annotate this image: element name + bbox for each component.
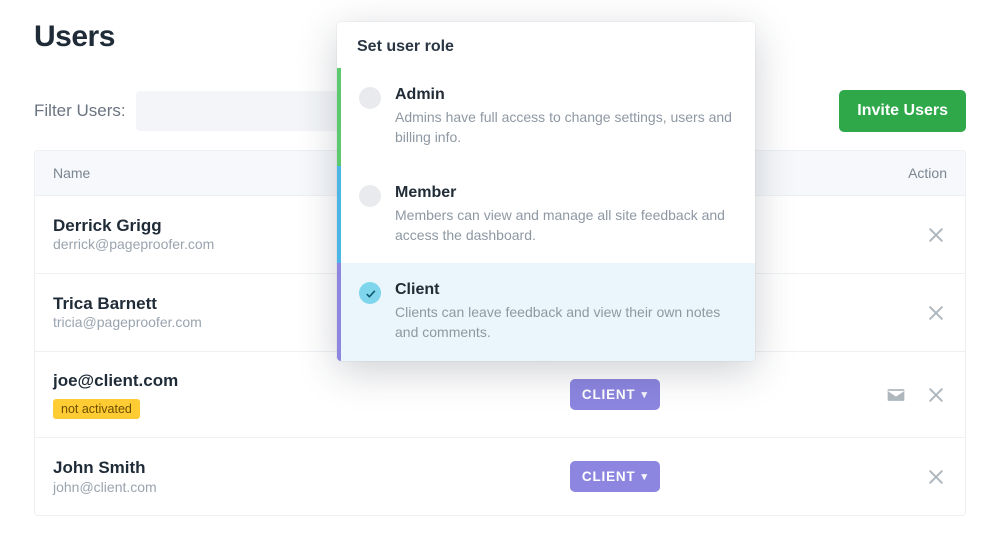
col-header-action: Action [867, 165, 947, 181]
radio-icon [359, 185, 381, 207]
role-option-title: Admin [395, 86, 733, 104]
set-role-popover: Set user role Admin Admins have full acc… [337, 22, 755, 361]
chevron-down-icon: ▾ [641, 388, 647, 401]
user-name: John Smith [53, 457, 383, 478]
radio-checked-icon [359, 282, 381, 304]
remove-user-icon[interactable] [925, 384, 947, 406]
user-name: Derrick Grigg [53, 215, 383, 236]
table-row: John Smith john@client.com CLIENT ▾ [35, 437, 965, 515]
invite-users-button[interactable]: Invite Users [839, 90, 966, 132]
user-email: tricia@pageproofer.com [53, 314, 383, 332]
role-select-button[interactable]: CLIENT ▾ [570, 379, 660, 410]
remove-user-icon[interactable] [925, 302, 947, 324]
role-option-member[interactable]: Member Members can view and manage all s… [337, 166, 755, 264]
chevron-down-icon: ▾ [641, 470, 647, 483]
filter-label: Filter Users: [34, 101, 126, 121]
role-option-title: Member [395, 184, 733, 202]
table-row: joe@client.com not activated CLIENT ▾ [35, 351, 965, 437]
role-option-desc: Members can view and manage all site fee… [395, 205, 733, 246]
user-email: derrick@pageproofer.com [53, 236, 383, 254]
user-name: joe@client.com [53, 370, 383, 391]
role-option-admin[interactable]: Admin Admins have full access to change … [337, 68, 755, 166]
role-option-desc: Admins have full access to change settin… [395, 107, 733, 148]
user-email: john@client.com [53, 479, 383, 497]
user-name: Trica Barnett [53, 293, 383, 314]
role-option-client[interactable]: Client Clients can leave feedback and vi… [337, 263, 755, 361]
not-activated-badge: not activated [53, 399, 140, 419]
popover-title: Set user role [337, 22, 755, 68]
remove-user-icon[interactable] [925, 466, 947, 488]
role-option-desc: Clients can leave feedback and view thei… [395, 302, 733, 343]
radio-icon [359, 87, 381, 109]
remove-user-icon[interactable] [925, 224, 947, 246]
role-pill-label: CLIENT [582, 469, 636, 484]
filter-input[interactable] [136, 91, 355, 131]
role-pill-label: CLIENT [582, 387, 636, 402]
role-option-title: Client [395, 281, 733, 299]
resend-invite-icon[interactable] [885, 384, 907, 406]
role-select-button[interactable]: CLIENT ▾ [570, 461, 660, 492]
